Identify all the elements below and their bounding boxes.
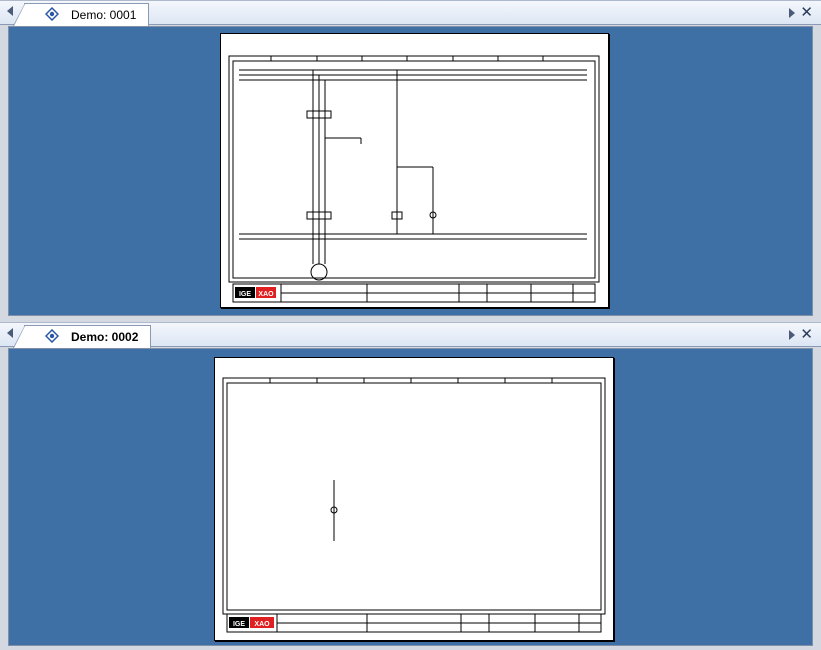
document-window-2: Demo: 0002 ✕ IGE XAO [0,322,821,650]
logo-text-right: XAO [258,291,274,298]
logo-text-right: XAO [254,621,270,628]
scroll-right-icon[interactable] [789,8,795,18]
tab-bar: Demo: 0001 ✕ [0,0,821,26]
scroll-right-icon[interactable] [789,330,795,340]
document-window-1: Demo: 0001 ✕ IGE XAO [0,0,821,320]
schematic-drawing: IGE XAO [228,55,600,303]
tab-demo-0002[interactable]: Demo: 0002 [12,325,152,348]
document-diamond-icon [45,7,59,21]
logo-text-left: IGE [239,291,251,298]
schematic-sheet[interactable]: IGE XAO [220,33,609,308]
tab-title: Demo: 0001 [71,8,137,22]
schematic-drawing: IGE XAO [222,377,606,633]
logo-text-left: IGE [233,621,245,628]
close-icon[interactable]: ✕ [800,326,813,342]
tab-title: Demo: 0002 [71,330,139,344]
drawing-canvas[interactable]: IGE XAO [8,348,813,646]
close-icon[interactable]: ✕ [800,4,813,20]
tab-demo-0001[interactable]: Demo: 0001 [12,3,150,26]
drawing-canvas[interactable]: IGE XAO [8,26,813,316]
tab-bar: Demo: 0002 ✕ [0,322,821,348]
document-diamond-icon [45,329,59,343]
schematic-sheet[interactable]: IGE XAO [214,357,614,641]
